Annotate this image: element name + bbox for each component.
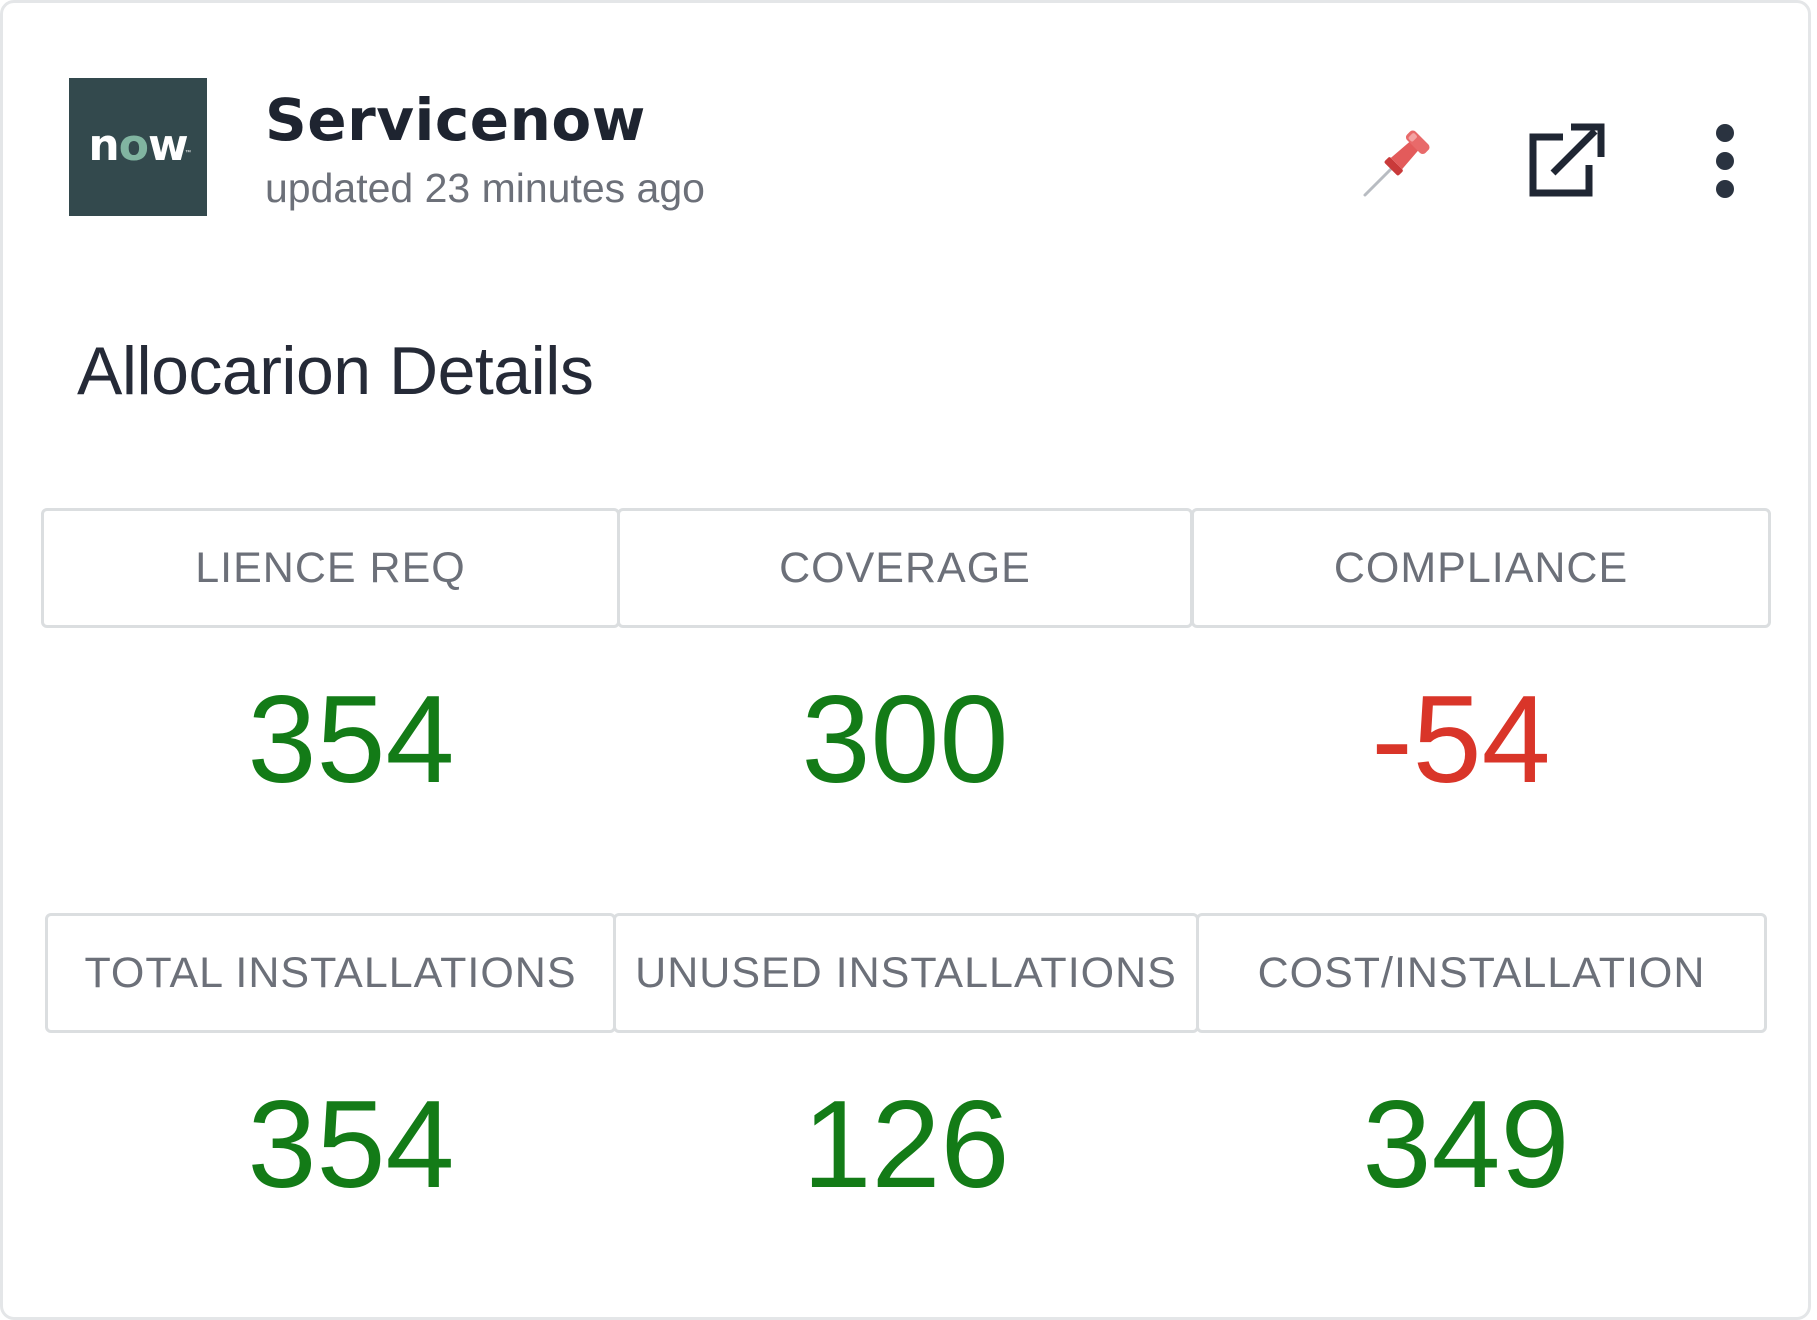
metric-value-unused-installations: 126 (802, 1076, 1010, 1214)
more-vertical-icon (1716, 124, 1734, 198)
more-options-button[interactable] (1697, 119, 1753, 203)
metric-value-compliance: -54 (1371, 671, 1551, 809)
metric-label-licence-req: LIENCE REQ (41, 508, 620, 628)
external-link-icon (1529, 123, 1605, 197)
metric-label-unused-installations: UNUSED INSTALLATIONS (613, 913, 1199, 1033)
metric-value-coverage: 300 (801, 671, 1009, 809)
open-external-button[interactable] (1527, 121, 1607, 201)
pin-icon (1363, 130, 1430, 197)
pin-button[interactable] (1361, 119, 1441, 199)
logo-trademark: ™ (185, 150, 191, 156)
app-title: Servicenow (265, 86, 646, 154)
servicenow-logo: now ™ (69, 78, 207, 216)
allocation-card: now ™ Servicenow updated 23 minutes ago (0, 0, 1811, 1320)
metric-label-total-installations: TOTAL INSTALLATIONS (45, 913, 616, 1033)
metric-label-coverage: COVERAGE (617, 508, 1193, 628)
metric-value-total-installations: 354 (247, 1076, 455, 1214)
logo-text: now (88, 119, 188, 171)
metric-label-compliance: COMPLIANCE (1191, 508, 1771, 628)
metric-label-cost-per-installation: COST/INSTALLATION (1196, 913, 1767, 1033)
metric-value-cost-per-installation: 349 (1362, 1076, 1570, 1214)
updated-timestamp: updated 23 minutes ago (265, 165, 705, 211)
section-title: Allocarion Details (77, 333, 594, 409)
metric-value-licence-req: 354 (247, 671, 455, 809)
